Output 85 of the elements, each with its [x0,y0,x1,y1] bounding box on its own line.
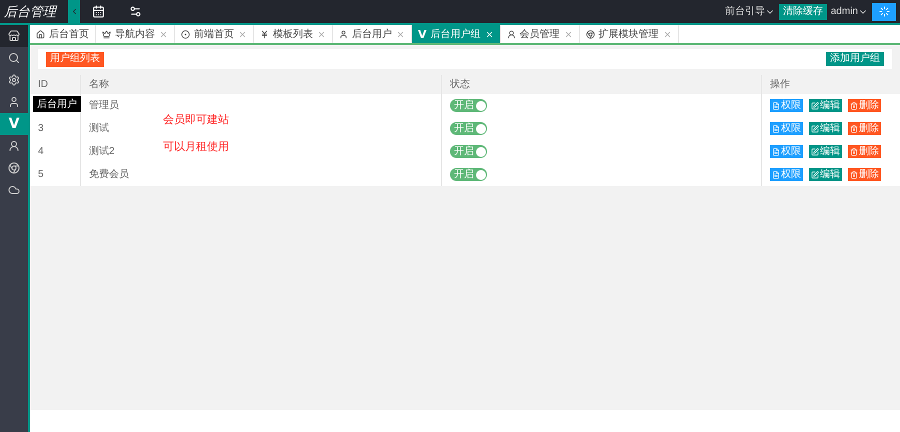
action-button[interactable]: 删除 [848,145,881,158]
edit-icon [811,170,819,178]
crown-icon [102,30,111,38]
person-icon [506,30,516,38]
tab-label: 前端首页 [194,28,234,42]
tab-label: 导航内容 [115,28,155,42]
document-icon [772,124,780,132]
action-button[interactable]: 编辑 [809,122,842,135]
action-button[interactable]: 权限 [770,122,803,135]
table-cell-text: 测试2 [89,144,115,159]
status-toggle[interactable]: 开启 [450,168,487,181]
action-button[interactable]: 编辑 [809,99,842,112]
document-icon [772,170,780,178]
document-icon [772,148,780,156]
browser-icon [586,30,595,38]
action-button[interactable]: 删除 [848,122,881,135]
table-cell: 5 [38,169,44,180]
action-button[interactable]: 编辑 [809,145,842,158]
trash-icon [850,170,858,178]
person-icon [8,140,20,152]
status-toggle[interactable]: 开启 [450,99,487,112]
tab[interactable]: 前端首页 [175,25,254,43]
tab[interactable]: V 后台用户组 [412,25,501,43]
action-button[interactable]: 编辑 [809,168,842,181]
tab-label: 后台首页 [49,28,89,42]
user-icon [8,96,20,108]
tab[interactable]: 会员管理 [500,25,580,43]
yen-icon [260,30,269,38]
table-cell-text: 免费会员 [89,168,129,182]
letter-icon: V [418,28,427,40]
action-button[interactable]: 删除 [848,168,881,181]
browser-icon [8,162,20,174]
circle-icon [181,30,190,38]
tab-label: 后台用户组 [430,28,481,42]
table-cell: 4 [38,146,44,157]
store-icon [8,30,20,42]
user-icon [339,30,348,38]
dropdown-menu[interactable]: 前台引导 [724,4,775,19]
sidebar-item[interactable]: V [0,113,28,135]
column-header: 操作 [770,78,790,92]
document-icon [772,102,780,110]
sidebar-toggle[interactable] [68,0,80,23]
search-icon [8,52,20,64]
tab-label: 后台用户 [352,28,392,42]
list-button[interactable]: 用户组列表 [46,52,104,66]
table-cell-text: 管理员 [89,99,119,113]
logo: 后台管理 [3,2,58,21]
trash-icon [850,148,858,156]
tab[interactable]: 扩展模块管理 [580,25,679,43]
edit-icon [811,102,819,110]
status-toggle[interactable]: 开启 [450,145,487,158]
sidebar-item[interactable] [0,25,28,47]
add-button[interactable]: 添加用户组 [826,52,884,66]
edit-icon [811,148,819,156]
dropdown-menu[interactable]: admin [830,4,868,19]
annotation-text: 会员即可建站 [163,113,229,128]
column-header: 名称 [89,78,109,92]
close-icon[interactable] [484,30,494,38]
refresh-button[interactable] [872,2,896,20]
tab[interactable]: 导航内容 [96,25,175,43]
loading-icon [878,6,890,17]
tab-label: 模板列表 [273,28,313,42]
trash-icon [850,124,858,132]
edit-icon [811,124,819,132]
trash-icon [850,102,858,110]
table-cell: 3 [38,123,44,134]
action-button[interactable]: 权限 [770,168,803,181]
action-button[interactable]: 权限 [770,145,803,158]
calendar-icon[interactable] [92,5,105,18]
tooltip: 后台用户 [33,96,81,112]
tab-label: 会员管理 [520,28,560,42]
cloud-icon [8,184,20,196]
table-cell-text: 测试 [89,122,109,136]
home-icon [36,30,45,38]
status-toggle[interactable]: 开启 [450,122,487,135]
column-header: ID [38,78,48,92]
action-button[interactable]: 删除 [848,99,881,112]
tab[interactable]: 模板列表 [254,25,333,43]
action-button[interactable]: 权限 [770,99,803,112]
column-header: 状态 [450,78,470,92]
annotation-text: 可以月租使用 [163,140,229,154]
tab-label: 扩展模块管理 [598,28,659,42]
letter-icon: V [8,117,20,131]
tab[interactable]: 后台首页 [30,25,96,43]
clear-cache-button[interactable]: 清除缓存 [778,4,827,20]
